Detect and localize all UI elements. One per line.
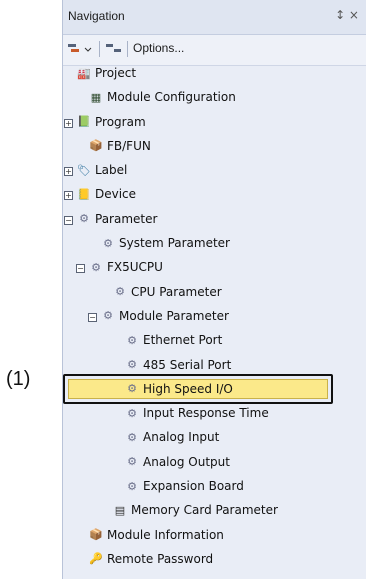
collapse-icon[interactable]: −	[88, 312, 97, 322]
serial-port-icon: ⚙	[127, 358, 137, 372]
navigation-panel: Navigation ↕ × Options... 🏭 Project ▦ Modul…	[62, 0, 366, 579]
tree-item-label: Ethernet Port	[143, 333, 223, 348]
panel-titlebar: Navigation ↕ ×	[63, 0, 366, 35]
device-icon: 📒	[77, 187, 91, 201]
tree-item[interactable]: − ⚙ Module Parameter	[63, 304, 366, 328]
tree-item[interactable]: + 📗 Program	[63, 110, 366, 134]
system-parameter-icon: ⚙	[103, 236, 113, 250]
high-speed-io-icon: ⚙	[127, 382, 137, 396]
program-icon: 📗	[77, 115, 91, 129]
tree-item-label: CPU Parameter	[131, 284, 222, 299]
tree-item[interactable]: ⚙ Ethernet Port	[63, 328, 366, 352]
tree-item-label: High Speed I/O	[143, 381, 233, 396]
expansion-board-icon: ⚙	[127, 479, 137, 493]
tree-item-label: Module Information	[107, 527, 224, 542]
tree-item[interactable]: ⚙ Expansion Board	[63, 474, 366, 498]
analog-input-icon: ⚙	[127, 430, 137, 444]
tree-item-label: Analog Input	[143, 430, 220, 445]
tree-item-label: Module Parameter	[119, 308, 229, 323]
tree-item[interactable]: − ⚙ FX5UCPU	[63, 255, 366, 279]
tree-item[interactable]: 📦 Module Information	[63, 523, 366, 547]
tree-item-label: Project	[95, 66, 137, 80]
parameter-icon: ⚙	[79, 212, 89, 226]
tree-item-label: Parameter	[95, 211, 158, 226]
tree-item-label: Remote Password	[107, 551, 214, 566]
tree-item[interactable]: ▦ Module Configuration	[63, 85, 366, 109]
tree-item-label: System Parameter	[119, 236, 230, 251]
panel-title: Navigation	[68, 9, 125, 23]
tree-item-label: Expansion Board	[143, 479, 244, 494]
tree-item[interactable]: ▤ Memory Card Parameter	[63, 498, 366, 522]
tree-item[interactable]: + 📒 Device	[63, 182, 366, 206]
tree-item-label: Module Configuration	[107, 90, 236, 105]
tree-item[interactable]: + 🏷 Label	[63, 158, 366, 182]
expand-icon[interactable]: +	[64, 167, 73, 177]
expand-icon[interactable]: +	[64, 191, 73, 201]
cpu-parameter-icon: ⚙	[115, 285, 125, 299]
tree-item[interactable]: 🏭 Project	[63, 61, 366, 85]
tree-item-label: Analog Output	[143, 454, 230, 469]
project-tree: 🏭 Project ▦ Module Configuration + 📗 Program 📦 F…	[63, 61, 366, 571]
pin-icon[interactable]: ↕ ×	[335, 8, 359, 22]
tree-item-label: Memory Card Parameter	[131, 503, 278, 518]
tree-item[interactable]: ⚙ 485 Serial Port	[63, 353, 366, 377]
tree-item[interactable]: ⚙ High Speed I/O	[63, 377, 366, 401]
expand-icon[interactable]: +	[64, 118, 73, 128]
options-button[interactable]: Options...	[133, 41, 184, 55]
tree-item[interactable]: ⚙ Analog Output	[63, 450, 366, 474]
remote-password-icon: 🔑	[89, 552, 103, 566]
ethernet-port-icon: ⚙	[127, 333, 137, 347]
module-info-icon: 📦	[89, 528, 103, 542]
fb-fun-icon: 📦	[89, 139, 103, 153]
tree-item-label: Program	[95, 114, 146, 129]
tree-item[interactable]: ⚙ Analog Input	[63, 425, 366, 449]
memory-card-icon: ▤	[114, 503, 126, 517]
tree-item[interactable]: 🔑 Remote Password	[63, 547, 366, 571]
tree-item-label: 485 Serial Port	[143, 357, 232, 372]
tree-item-label: Device	[95, 187, 137, 202]
callout-label: (1)	[6, 368, 31, 390]
tree-item-label: Label	[95, 163, 128, 178]
input-response-icon: ⚙	[127, 406, 137, 420]
tree-item-label: FX5UCPU	[107, 260, 163, 275]
tree-item[interactable]: 📦 FB/FUN	[63, 134, 366, 158]
collapse-icon[interactable]: −	[76, 264, 85, 274]
tree-item[interactable]: ⚙ System Parameter	[63, 231, 366, 255]
project-icon: 🏭	[77, 66, 91, 80]
tree-item[interactable]: ⚙ CPU Parameter	[63, 280, 366, 304]
module-config-icon: ▦	[90, 90, 102, 104]
collapse-all-button[interactable]	[103, 40, 125, 58]
tree-item-label: Input Response Time	[143, 406, 269, 421]
analog-output-icon: ⚙	[127, 455, 137, 469]
module-parameter-icon: ⚙	[103, 309, 113, 323]
cpu-folder-icon: ⚙	[91, 260, 101, 274]
tree-item[interactable]: − ⚙ Parameter	[63, 207, 366, 231]
tree-item[interactable]: ⚙ Input Response Time	[63, 401, 366, 425]
collapse-icon[interactable]: −	[64, 215, 73, 225]
view-toggle-button[interactable]	[66, 40, 96, 58]
tree-item-label: FB/FUN	[107, 138, 151, 153]
label-icon: 🏷	[77, 163, 91, 177]
